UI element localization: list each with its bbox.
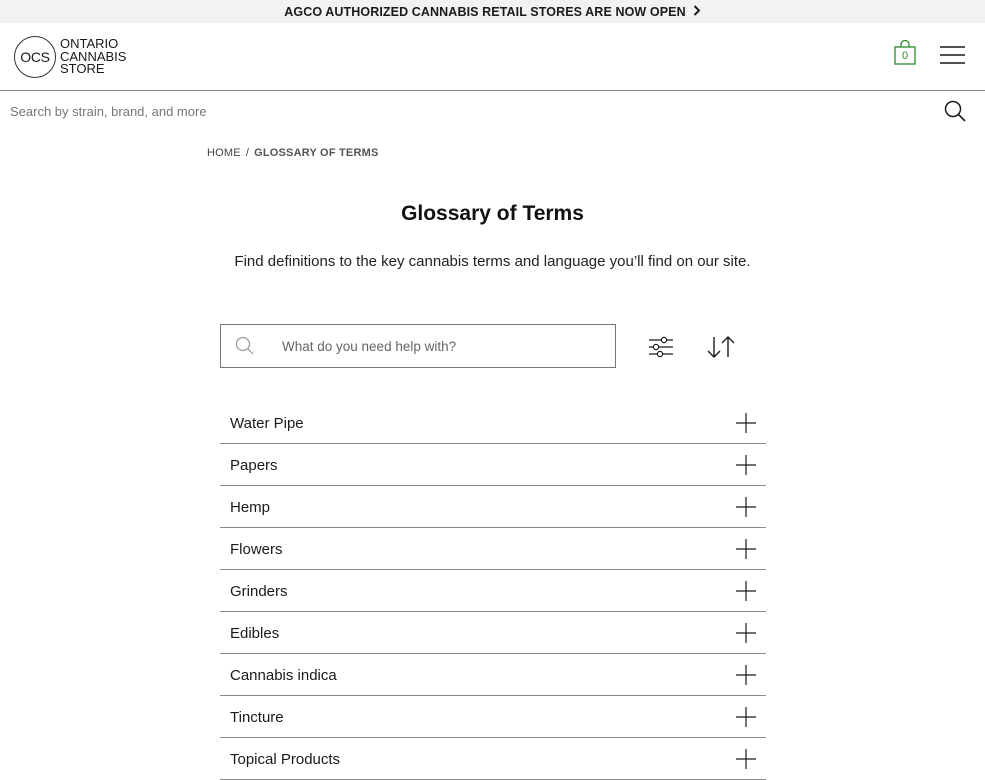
breadcrumb: HOME / GLOSSARY OF TERMS (207, 147, 379, 159)
help-search-input[interactable] (282, 336, 602, 356)
glossary-item[interactable]: Hemp (220, 486, 766, 528)
search-button[interactable] (944, 100, 966, 122)
menu-button[interactable] (940, 45, 965, 65)
expand-plus-icon[interactable] (736, 749, 756, 769)
chevron-right-icon (693, 4, 701, 19)
glossary-item[interactable]: Water Pipe (220, 402, 766, 444)
page-subtitle: Find definitions to the key cannabis ter… (234, 253, 751, 270)
glossary-item[interactable]: Flowers (220, 528, 766, 570)
expand-plus-icon[interactable] (736, 539, 756, 559)
glossary-item[interactable]: Cannabis indica (220, 654, 766, 696)
site-header: OCS ONTARIO CANNABIS STORE 0 (0, 23, 985, 91)
glossary-item-label: Water Pipe (230, 415, 304, 432)
logo-wordmark: ONTARIO CANNABIS STORE (60, 38, 126, 76)
filter-button[interactable] (649, 336, 673, 358)
expand-plus-icon[interactable] (736, 581, 756, 601)
cart-count: 0 (901, 50, 909, 62)
expand-plus-icon[interactable] (736, 497, 756, 517)
breadcrumb-home-link[interactable]: HOME (207, 147, 241, 159)
glossary-item-label: Cannabis indica (230, 667, 337, 684)
glossary-item-label: Edibles (230, 625, 280, 642)
page-title: Glossary of Terms (401, 202, 584, 225)
glossary-item-label: Hemp (230, 499, 271, 516)
sort-arrows-icon (707, 336, 735, 358)
site-search (0, 91, 985, 131)
sliders-icon (649, 336, 673, 358)
glossary-item-label: Tincture (230, 709, 284, 726)
cart-button[interactable]: 0 (894, 40, 916, 66)
glossary-item-label: Topical Products (230, 751, 341, 768)
breadcrumb-current: GLOSSARY OF TERMS (254, 147, 379, 159)
announcement-text: AGCO AUTHORIZED CANNABIS RETAIL STORES A… (284, 4, 686, 19)
help-search-box (220, 324, 616, 368)
logo-line-3: STORE (60, 61, 105, 77)
glossary-item[interactable]: Papers (220, 444, 766, 486)
breadcrumb-separator: / (245, 147, 250, 159)
glossary-item[interactable]: Grinders (220, 570, 766, 612)
ocs-logo[interactable]: OCS ONTARIO CANNABIS STORE (14, 36, 126, 78)
expand-plus-icon[interactable] (736, 665, 756, 685)
glossary-item-label: Grinders (230, 583, 288, 600)
hamburger-menu-icon (940, 46, 965, 64)
site-search-input[interactable] (10, 101, 910, 121)
glossary-item[interactable]: Edibles (220, 612, 766, 654)
announcement-bar[interactable]: AGCO AUTHORIZED CANNABIS RETAIL STORES A… (0, 0, 985, 23)
search-icon (944, 100, 966, 122)
search-icon (235, 336, 255, 361)
glossary-item-label: Flowers (230, 541, 283, 558)
expand-plus-icon[interactable] (736, 623, 756, 643)
sort-button[interactable] (706, 335, 736, 359)
expand-plus-icon[interactable] (736, 455, 756, 475)
glossary-item[interactable]: Tincture (220, 696, 766, 738)
logo-mark: OCS (14, 36, 56, 78)
expand-plus-icon[interactable] (736, 707, 756, 727)
glossary-item-label: Papers (230, 457, 278, 474)
expand-plus-icon[interactable] (736, 413, 756, 433)
glossary-list: Water Pipe Papers Hemp Flowers Grinders Edibl… (220, 402, 766, 780)
glossary-item[interactable]: Topical Products (220, 738, 766, 780)
